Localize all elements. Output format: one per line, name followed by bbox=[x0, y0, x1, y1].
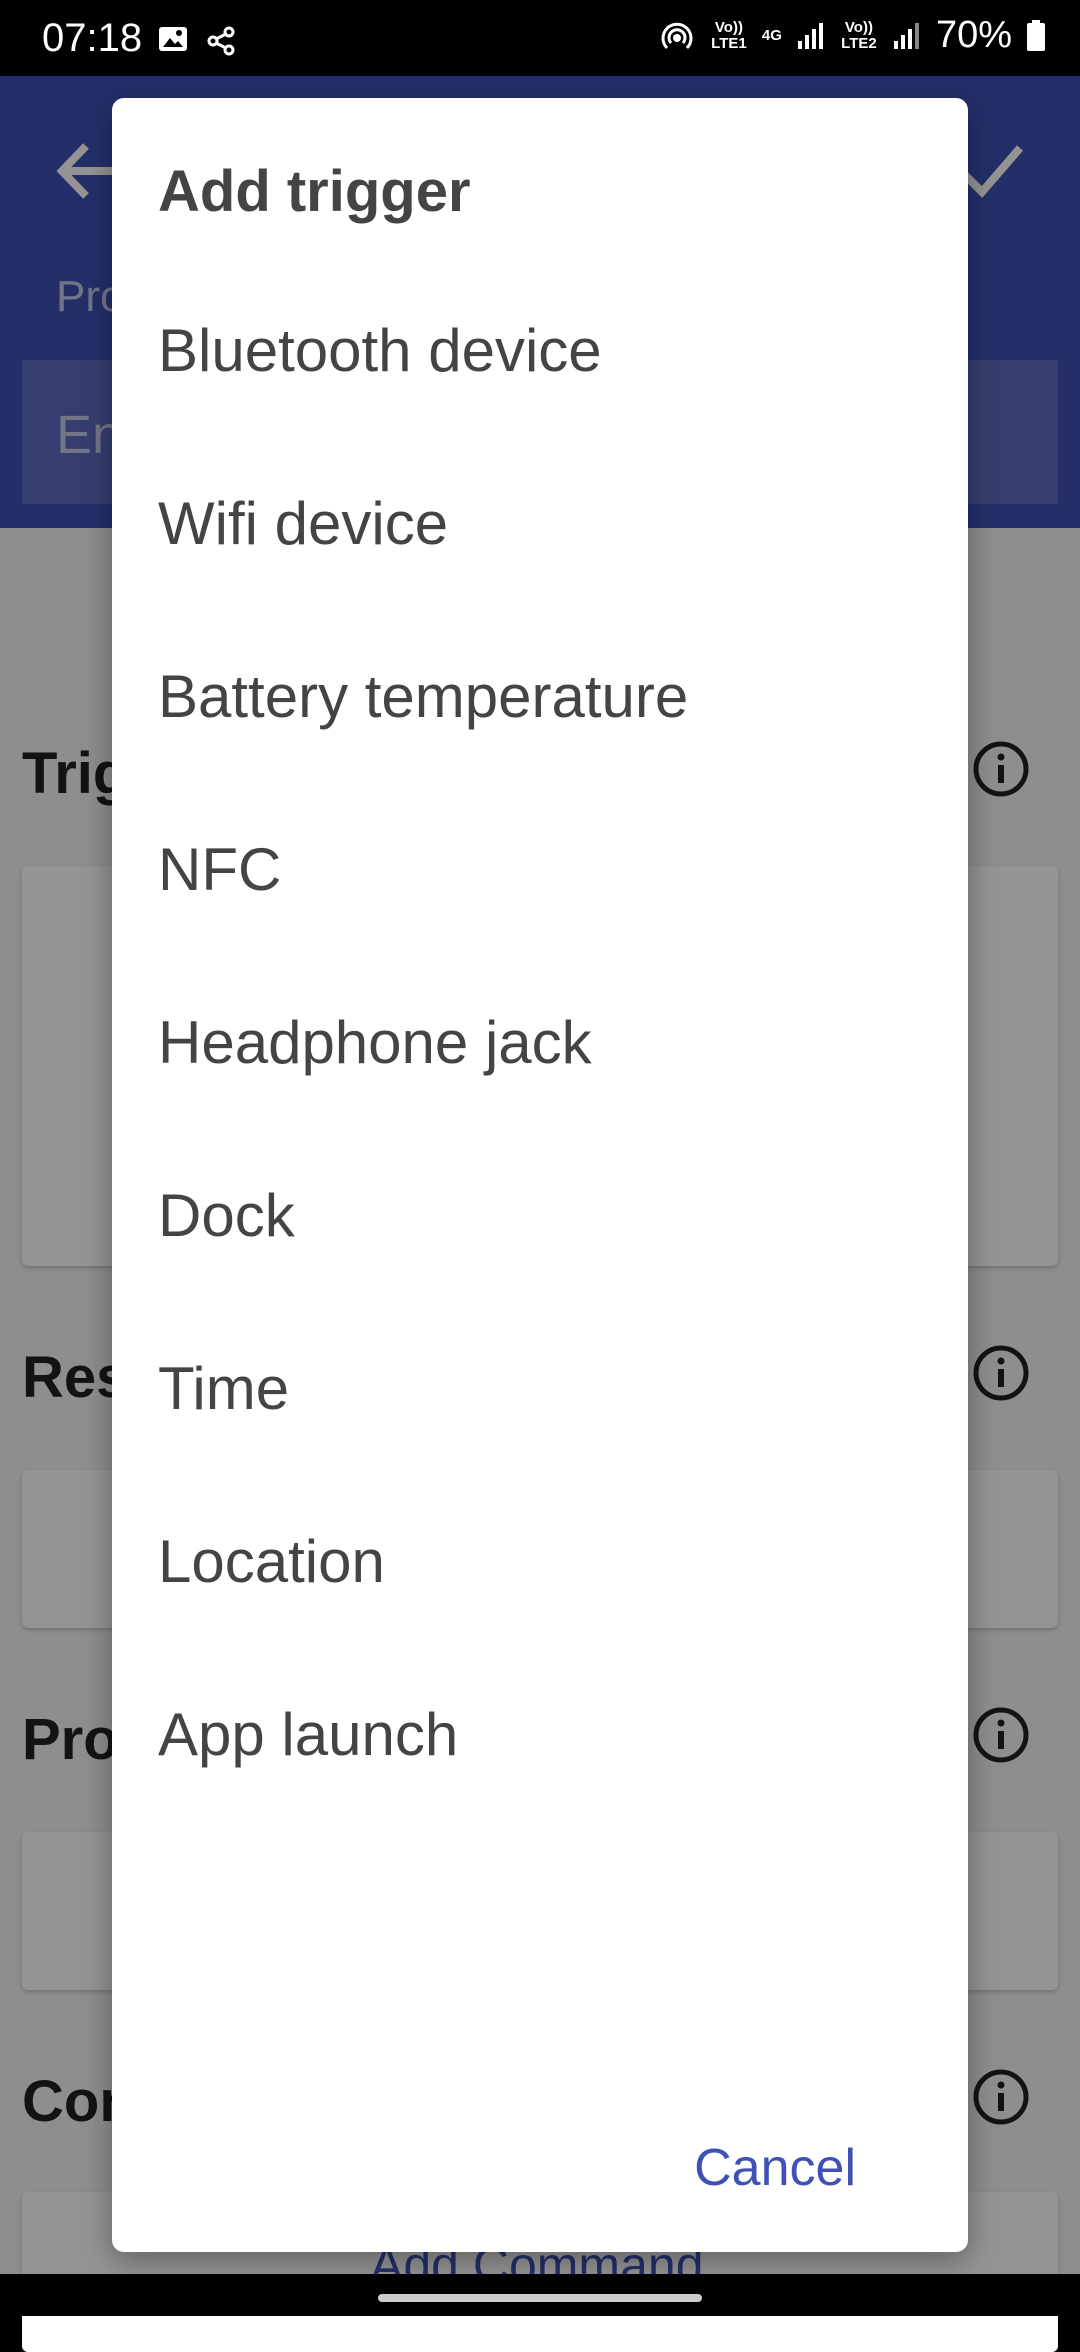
volte2-label: Vo)) LTE2 bbox=[841, 18, 877, 52]
trigger-option-dock[interactable]: Dock bbox=[112, 1129, 968, 1302]
4g-label: 4G bbox=[761, 26, 782, 44]
hotspot-icon bbox=[661, 22, 693, 49]
signal-icon bbox=[893, 22, 919, 49]
status-time: 07:18 bbox=[42, 16, 143, 60]
trigger-option-wifi-device[interactable]: Wifi device bbox=[112, 437, 968, 610]
trigger-option-location[interactable]: Location bbox=[112, 1475, 968, 1648]
status-bar: 07:18 Vo)) LTE1 4G Vo)) LTE2 70% bbox=[0, 0, 1080, 76]
battery-icon bbox=[1027, 19, 1045, 51]
trigger-option-bluetooth-device[interactable]: Bluetooth device bbox=[112, 264, 968, 437]
status-left-icons bbox=[158, 26, 236, 56]
add-trigger-dialog: Add trigger Bluetooth device Wifi device… bbox=[112, 98, 968, 2252]
trigger-option-battery-temperature[interactable]: Battery temperature bbox=[112, 610, 968, 783]
navigation-bar bbox=[0, 2274, 1080, 2316]
trigger-option-app-launch[interactable]: App launch bbox=[112, 1648, 968, 1821]
status-right-icons: Vo)) LTE1 4G Vo)) LTE2 70% bbox=[658, 14, 1046, 57]
volte1-label: Vo)) LTE1 bbox=[711, 18, 747, 52]
trigger-list: Bluetooth device Wifi device Battery tem… bbox=[112, 264, 968, 1821]
gallery-icon bbox=[159, 27, 187, 51]
cancel-button[interactable]: Cancel bbox=[694, 2138, 856, 2198]
trigger-option-time[interactable]: Time bbox=[112, 1302, 968, 1475]
dialog-title: Add trigger bbox=[158, 159, 471, 224]
signal-icon bbox=[797, 22, 823, 49]
battery-percent: 70% bbox=[935, 14, 1012, 56]
share-icon bbox=[207, 26, 235, 56]
trigger-option-headphone-jack[interactable]: Headphone jack bbox=[112, 956, 968, 1129]
home-gesture-handle[interactable] bbox=[378, 2294, 702, 2302]
trigger-option-nfc[interactable]: NFC bbox=[112, 783, 968, 956]
